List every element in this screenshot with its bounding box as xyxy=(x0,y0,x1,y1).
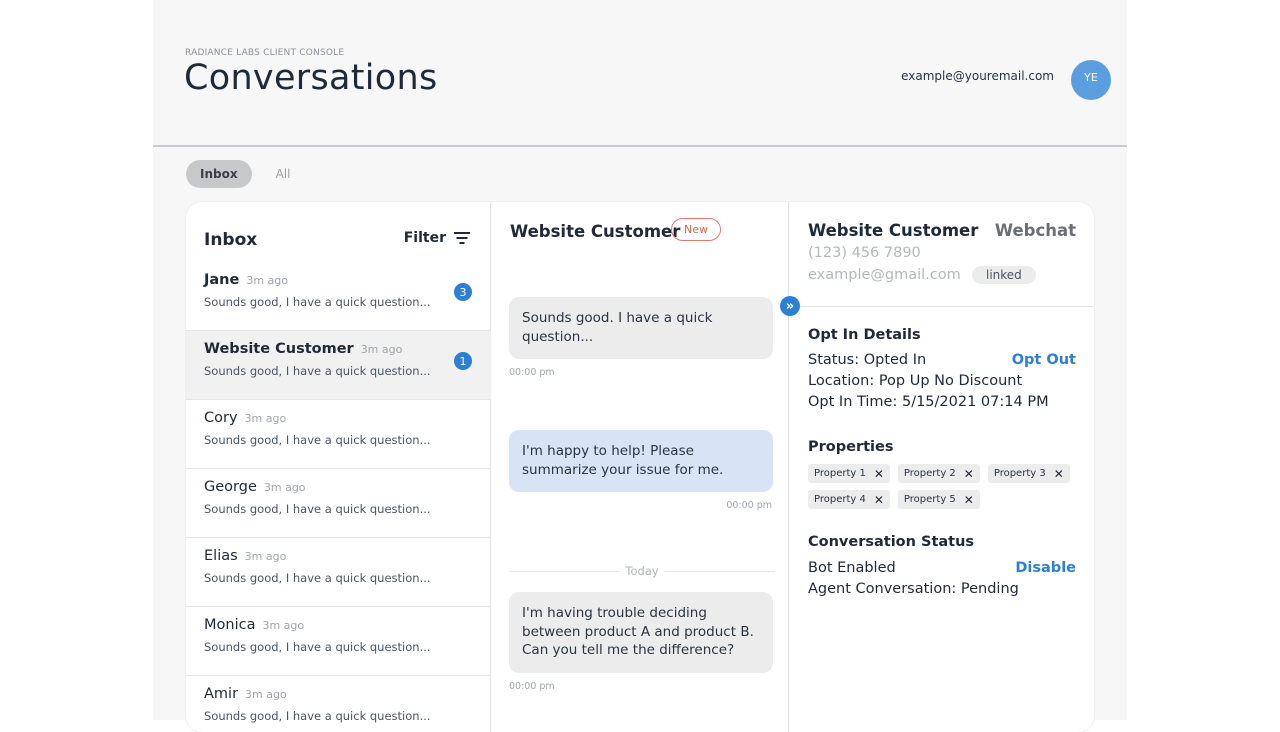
conversation-name: Elias xyxy=(204,548,238,564)
double-chevron-right-icon[interactable]: » xyxy=(780,296,800,316)
property-chip: Property 1 ✕ xyxy=(808,464,890,483)
conversation-name: Amir xyxy=(204,686,239,702)
chat-title: Website Customer xyxy=(510,222,681,241)
conversation-status-title: Conversation Status xyxy=(808,534,975,550)
conversation-time: 3m ago xyxy=(360,343,403,356)
filter-button[interactable]: Filter xyxy=(404,230,470,246)
property-chip: Property 5 ✕ xyxy=(897,490,980,509)
conversation-preview: Sounds good, I have a quick question... xyxy=(204,295,431,309)
conversation-preview: Sounds good, I have a quick question... xyxy=(204,433,431,447)
inbox-title: Inbox xyxy=(204,230,258,250)
customer-message: I'm having trouble deciding between prod… xyxy=(509,592,773,673)
list-item[interactable]: Jane 3m ago Sounds good, I have a quick … xyxy=(186,262,491,331)
filter-label: Filter xyxy=(403,230,446,246)
conversation-preview: Sounds good, I have a quick question... xyxy=(204,364,431,378)
close-icon[interactable]: ✕ xyxy=(964,494,974,506)
property-label: Property 3 xyxy=(993,468,1046,479)
opt-in-title: Opt In Details xyxy=(808,327,921,343)
property-chip: Property 2 ✕ xyxy=(897,464,980,483)
customer-message: Sounds good. I have a quick question... xyxy=(509,297,773,359)
message-time: 00:00 pm xyxy=(509,367,555,378)
conversation-time: 3m ago xyxy=(263,481,306,494)
conversation-name: George xyxy=(204,479,257,495)
conversation-time: 3m ago xyxy=(244,412,287,425)
conversation-list: Jane 3m ago Sounds good, I have a quick … xyxy=(186,262,491,732)
conversation-name: Cory xyxy=(204,410,238,426)
conversation-preview: Sounds good, I have a quick question... xyxy=(204,640,431,654)
property-chip: Property 4 ✕ xyxy=(808,490,890,509)
agent-message: I'm happy to help! Please summarize your… xyxy=(509,430,773,492)
date-divider-label: Today xyxy=(619,564,665,578)
user-email: example@youremail.com xyxy=(901,69,1054,83)
inbox-column: Inbox Filter Jane 3m ago Sounds good, I … xyxy=(186,202,491,732)
list-item[interactable]: Cory 3m ago Sounds good, I have a quick … xyxy=(186,400,491,469)
filter-lines-icon xyxy=(454,232,470,244)
conversation-time: 3m ago xyxy=(246,274,289,287)
message-time: 00:00 pm xyxy=(509,681,555,692)
conversation-preview: Sounds good, I have a quick question... xyxy=(204,502,431,516)
unread-badge: 3 xyxy=(454,283,472,301)
close-icon[interactable]: ✕ xyxy=(964,468,974,480)
conversation-preview: Sounds good, I have a quick question... xyxy=(204,709,431,723)
contact-phone: (123) 456 7890 xyxy=(808,245,921,261)
opt-out-link[interactable]: Opt Out xyxy=(1012,352,1076,368)
property-chip: Property 3 ✕ xyxy=(987,464,1070,483)
disable-link[interactable]: Disable xyxy=(1015,560,1076,576)
page-title: Conversations xyxy=(184,58,438,98)
unread-badge: 1 xyxy=(454,352,472,370)
contact-name: Website Customer xyxy=(808,221,979,240)
opt-in-location: Location: Pop Up No Discount xyxy=(808,373,1023,389)
list-item[interactable]: Monica 3m ago Sounds good, I have a quic… xyxy=(186,607,491,676)
list-item[interactable]: Amir 3m ago Sounds good, I have a quick … xyxy=(186,676,491,732)
list-item[interactable]: Elias 3m ago Sounds good, I have a quick… xyxy=(186,538,491,607)
close-icon[interactable]: ✕ xyxy=(874,468,884,480)
avatar[interactable]: YE xyxy=(1071,60,1111,100)
opt-in-time: Opt In Time: 5/15/2021 07:14 PM xyxy=(808,394,1049,410)
conversation-name: Monica xyxy=(204,617,256,633)
view-tabs: Inbox All xyxy=(186,160,304,188)
property-chips: Property 1 ✕ Property 2 ✕ Property 3 ✕ P… xyxy=(808,464,1078,509)
bot-status: Bot Enabled xyxy=(808,560,896,576)
message-time: 00:00 pm xyxy=(726,500,772,511)
status-badge: New xyxy=(671,218,721,241)
agent-status: Agent Conversation: Pending xyxy=(808,581,1019,597)
linked-badge: linked xyxy=(972,266,1036,284)
details-column: Website Customer Webchat (123) 456 7890 … xyxy=(789,202,1094,732)
property-label: Property 2 xyxy=(903,468,956,479)
property-label: Property 4 xyxy=(814,494,866,505)
conversation-time: 3m ago xyxy=(262,619,305,632)
tab-all[interactable]: All xyxy=(262,160,305,188)
console-eyebrow: RADIANCE LABS CLIENT CONSOLE xyxy=(185,48,345,58)
contact-channel: Webchat xyxy=(994,221,1076,240)
contact-email: example@gmail.com xyxy=(808,267,961,283)
list-item[interactable]: George 3m ago Sounds good, I have a quic… xyxy=(186,469,491,538)
conversation-preview: Sounds good, I have a quick question... xyxy=(204,571,431,585)
page-header: RADIANCE LABS CLIENT CONSOLE Conversatio… xyxy=(153,0,1127,147)
close-icon[interactable]: ✕ xyxy=(1054,468,1064,480)
property-label: Property 5 xyxy=(903,494,956,505)
conversation-panel: Inbox Filter Jane 3m ago Sounds good, I … xyxy=(186,202,1094,732)
properties-title: Properties xyxy=(808,439,894,455)
opt-in-status: Status: Opted In xyxy=(808,352,927,368)
app-shell: RADIANCE LABS CLIENT CONSOLE Conversatio… xyxy=(153,0,1127,732)
tab-inbox[interactable]: Inbox xyxy=(186,160,252,188)
list-item[interactable]: Website Customer 3m ago Sounds good, I h… xyxy=(186,331,491,400)
conversation-name: Jane xyxy=(204,272,240,288)
conversation-name: Website Customer xyxy=(204,341,354,357)
chat-column: Website Customer New Sounds good. I have… xyxy=(491,202,789,732)
close-icon[interactable]: ✕ xyxy=(874,494,884,506)
divider xyxy=(789,306,1094,307)
date-divider: Today xyxy=(509,564,775,578)
property-label: Property 1 xyxy=(814,468,866,479)
conversation-time: 3m ago xyxy=(245,688,287,701)
conversation-time: 3m ago xyxy=(244,550,287,563)
